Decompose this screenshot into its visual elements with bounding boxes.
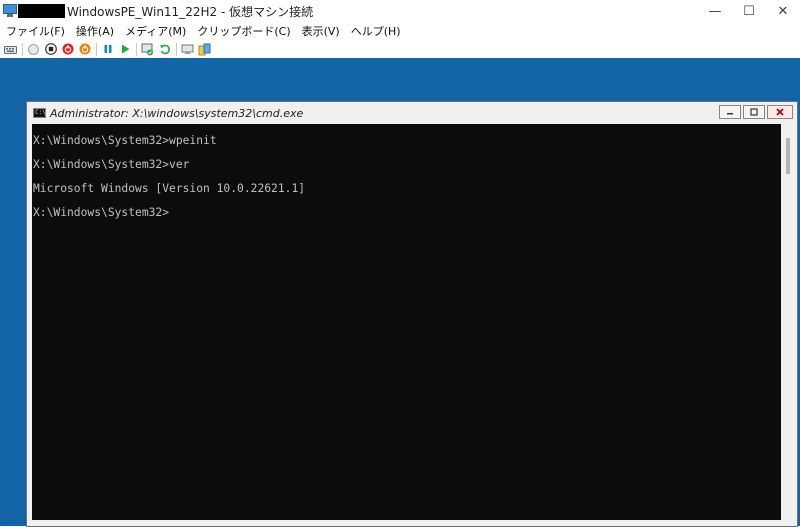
shutdown-icon[interactable]	[61, 43, 74, 56]
menu-media[interactable]: メディア(M)	[120, 23, 191, 39]
cmd-titlebar: C:\ Administrator: X:\windows\system32\c…	[27, 102, 797, 124]
cmd-title: Administrator: X:\windows\system32\cmd.e…	[50, 106, 304, 120]
cmd-window: C:\ Administrator: X:\windows\system32\c…	[26, 101, 798, 527]
enhanced-session-icon[interactable]	[181, 43, 194, 56]
maximize-button[interactable]: ☐	[732, 0, 766, 22]
menubar: ファイル(F) 操作(A) メディア(M) クリップボード(C) 表示(V) ヘ…	[0, 22, 800, 40]
minimize-button[interactable]: —	[698, 0, 732, 22]
console-line: X:\Windows\System32>ver	[33, 158, 190, 171]
play-icon[interactable]	[118, 43, 131, 56]
cmd-maximize-button[interactable]	[743, 105, 765, 119]
toolbar	[0, 40, 800, 58]
cmd-minimize-button[interactable]	[719, 105, 741, 119]
host-titlebar: WindowsPE_Win11_22H2 - 仮想マシン接続 — ☐ ✕	[0, 0, 800, 22]
scrollbar-thumb[interactable]	[786, 138, 790, 174]
power-icon[interactable]	[78, 43, 91, 56]
start-icon[interactable]	[27, 43, 40, 56]
toolbar-separator	[96, 42, 97, 56]
cmd-caption-buttons	[719, 105, 793, 119]
pause-icon[interactable]	[101, 43, 114, 56]
close-button[interactable]: ✕	[766, 0, 800, 22]
stop-icon[interactable]	[44, 43, 57, 56]
toolbar-separator	[136, 42, 137, 56]
console-output[interactable]: X:\Windows\System32>wpeinit X:\Windows\S…	[32, 124, 781, 520]
window-caption-buttons: — ☐ ✕	[698, 0, 800, 22]
cmd-close-button[interactable]	[767, 105, 793, 119]
console-line: X:\Windows\System32>	[33, 206, 170, 219]
window-title: WindowsPE_Win11_22H2 - 仮想マシン接続	[67, 4, 314, 19]
revert-icon[interactable]	[158, 43, 171, 56]
menu-help[interactable]: ヘルプ(H)	[346, 23, 406, 39]
checkpoint-icon[interactable]	[141, 43, 154, 56]
cmd-icon: C:\	[33, 108, 46, 118]
toolbar-separator	[22, 42, 23, 56]
menu-view[interactable]: 表示(V)	[297, 23, 345, 39]
menu-action[interactable]: 操作(A)	[71, 23, 119, 39]
console-line: X:\Windows\System32>wpeinit	[33, 134, 217, 147]
ctrl-alt-del-icon[interactable]	[4, 43, 17, 56]
console-scrollbar[interactable]	[781, 124, 797, 520]
vm-display[interactable]: C:\ Administrator: X:\windows\system32\c…	[0, 58, 800, 527]
toolbar-separator	[176, 42, 177, 56]
menu-file[interactable]: ファイル(F)	[1, 23, 70, 39]
console-line: Microsoft Windows [Version 10.0.22621.1]	[33, 182, 306, 195]
vm-connection-app-icon	[2, 3, 18, 19]
menu-clipboard[interactable]: クリップボード(C)	[192, 23, 295, 39]
share-icon[interactable]	[198, 43, 211, 56]
redacted-host-name	[18, 4, 65, 18]
